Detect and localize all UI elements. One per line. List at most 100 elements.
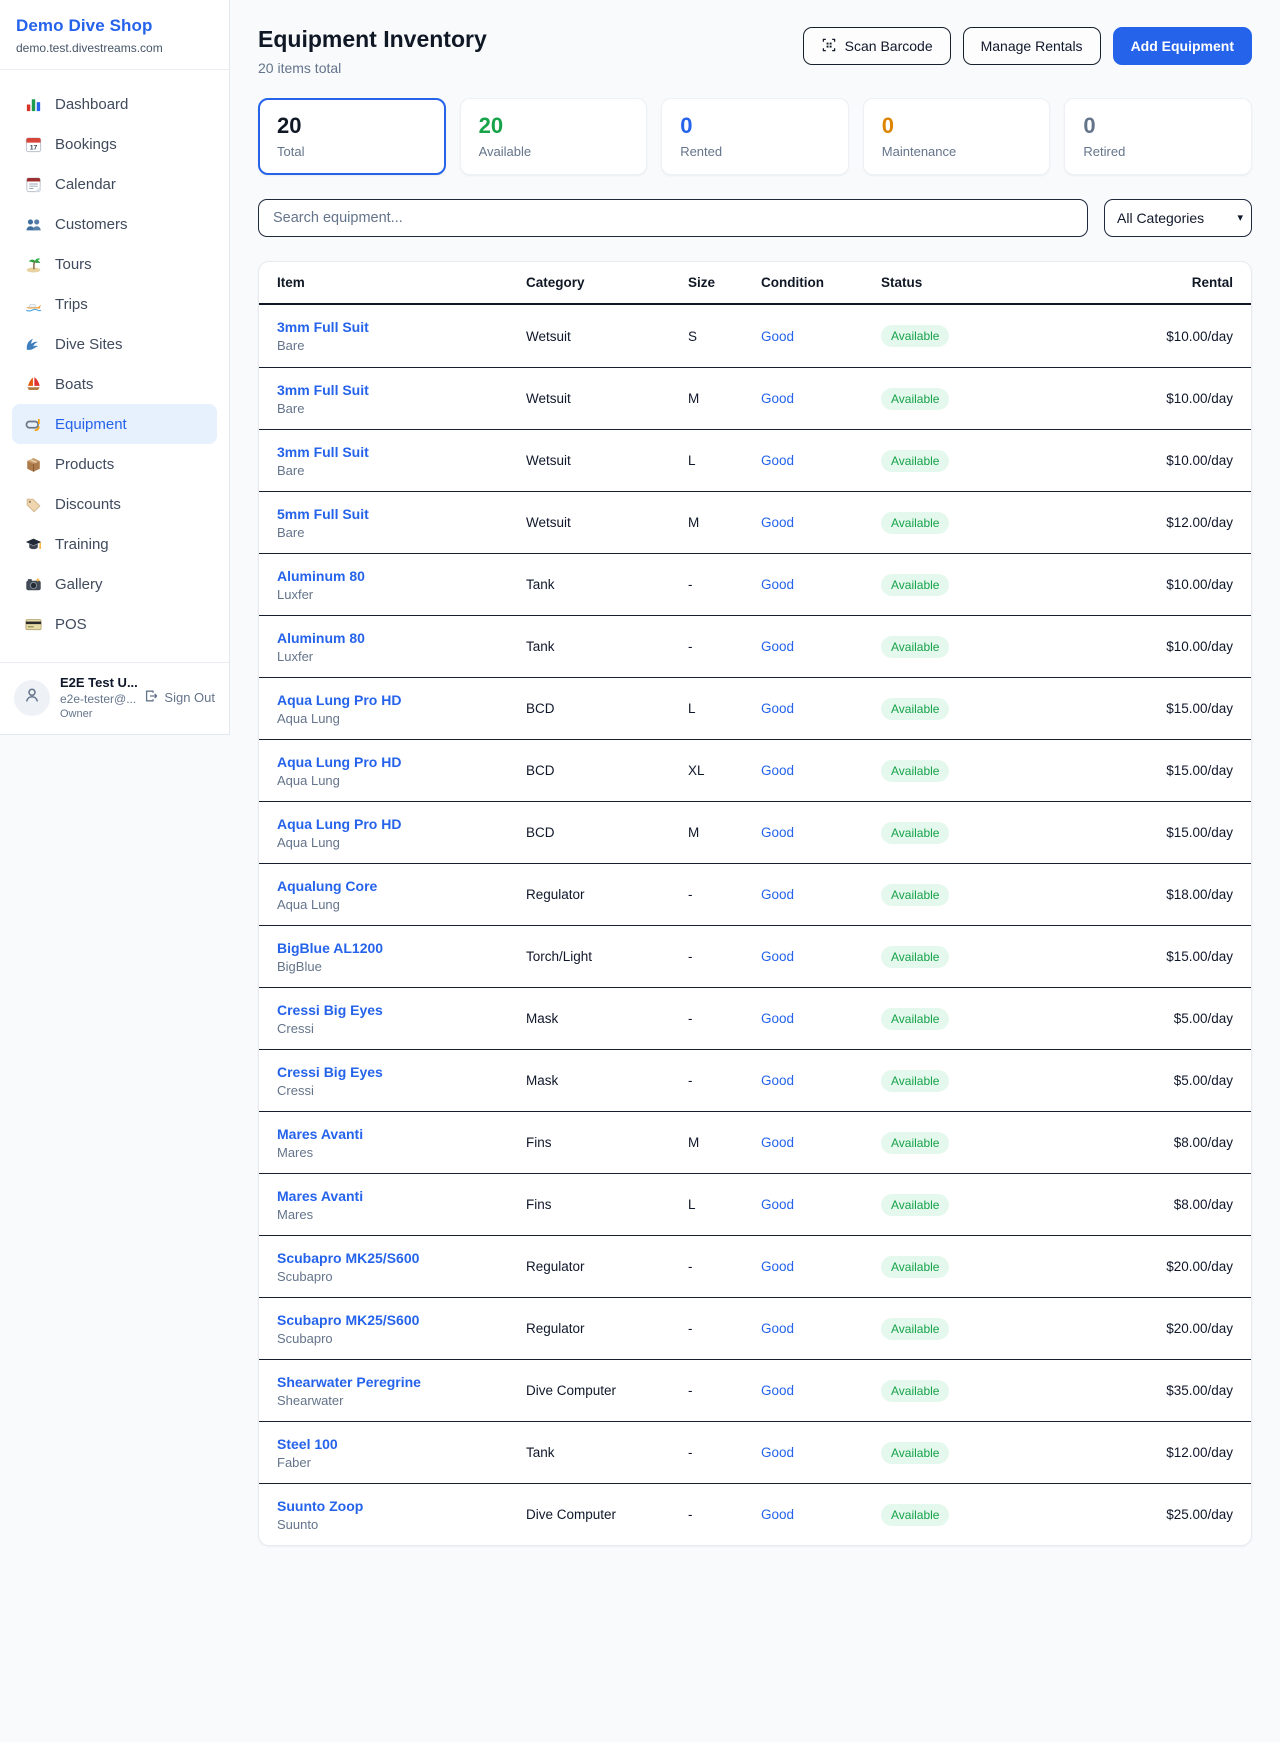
brand-name[interactable]: Demo Dive Shop [16,16,213,36]
item-brand: Cressi [277,1021,526,1036]
table-row[interactable]: 3mm Full SuitBareWetsuitSGoodAvailable$1… [259,305,1251,367]
sidebar-item-customers[interactable]: Customers [12,204,217,244]
item-name-link[interactable]: 3mm Full Suit [277,444,526,460]
table-row[interactable]: BigBlue AL1200BigBlueTorch/Light-GoodAva… [259,925,1251,987]
status-badge: Available [881,760,949,782]
item-cell: BigBlue AL1200BigBlue [277,940,526,974]
table-row[interactable]: Aqua Lung Pro HDAqua LungBCDLGoodAvailab… [259,677,1251,739]
category-select[interactable]: All Categories [1104,199,1252,237]
item-name-link[interactable]: Suunto Zoop [277,1498,526,1514]
item-name-link[interactable]: Aluminum 80 [277,630,526,646]
table-row[interactable]: Aqua Lung Pro HDAqua LungBCDXLGoodAvaila… [259,739,1251,801]
sidebar-item-dashboard[interactable]: Dashboard [12,84,217,124]
item-name-link[interactable]: Mares Avanti [277,1126,526,1142]
condition-cell: Good [761,701,881,716]
add-equipment-button[interactable]: Add Equipment [1113,27,1252,65]
item-name-link[interactable]: Shearwater Peregrine [277,1374,526,1390]
item-name-link[interactable]: 5mm Full Suit [277,506,526,522]
size-cell: M [688,825,761,840]
item-name-link[interactable]: Scubapro MK25/S600 [277,1312,526,1328]
rental-cell: $10.00/day [1015,453,1233,468]
item-name-link[interactable]: Aluminum 80 [277,568,526,584]
table-row[interactable]: 5mm Full SuitBareWetsuitMGoodAvailable$1… [259,491,1251,553]
sidebar-item-calendar[interactable]: Calendar [12,164,217,204]
stat-card-available[interactable]: 20Available [460,98,648,175]
table-row[interactable]: Cressi Big EyesCressiMask-GoodAvailable$… [259,987,1251,1049]
stat-card-rented[interactable]: 0Rented [661,98,849,175]
category-cell: BCD [526,701,688,716]
sidebar-item-products[interactable]: Products [12,444,217,484]
table-row[interactable]: Aqualung CoreAqua LungRegulator-GoodAvai… [259,863,1251,925]
sidebar-item-bookings[interactable]: 17Bookings [12,124,217,164]
item-name-link[interactable]: Mares Avanti [277,1188,526,1204]
bookings-calendar-icon: 17 [24,135,43,154]
category-cell: Regulator [526,1321,688,1336]
items-total-subtitle: 20 items total [258,60,487,76]
table-row[interactable]: Scubapro MK25/S600ScubaproRegulator-Good… [259,1297,1251,1359]
status-cell: Available [881,1008,1015,1030]
table-row[interactable]: 3mm Full SuitBareWetsuitMGoodAvailable$1… [259,367,1251,429]
item-name-link[interactable]: Steel 100 [277,1436,526,1452]
item-name-link[interactable]: BigBlue AL1200 [277,940,526,956]
dive-mask-icon [24,415,43,434]
item-name-link[interactable]: 3mm Full Suit [277,319,526,335]
table-row[interactable]: Aluminum 80LuxferTank-GoodAvailable$10.0… [259,615,1251,677]
item-name-link[interactable]: Aqua Lung Pro HD [277,692,526,708]
status-cell: Available [881,1504,1015,1526]
table-row[interactable]: Cressi Big EyesCressiMask-GoodAvailable$… [259,1049,1251,1111]
item-brand: Mares [277,1145,526,1160]
sidebar-item-dive-sites[interactable]: Dive Sites [12,324,217,364]
category-cell: Wetsuit [526,453,688,468]
add-equipment-label: Add Equipment [1131,38,1234,54]
condition-cell: Good [761,1011,881,1026]
size-cell: L [688,701,761,716]
table-row[interactable]: Mares AvantiMaresFinsMGoodAvailable$8.00… [259,1111,1251,1173]
stat-card-retired[interactable]: 0Retired [1064,98,1252,175]
item-name-link[interactable]: Scubapro MK25/S600 [277,1250,526,1266]
sidebar-item-label: Products [55,456,114,473]
table-row[interactable]: Mares AvantiMaresFinsLGoodAvailable$8.00… [259,1173,1251,1235]
item-cell: Aqualung CoreAqua Lung [277,878,526,912]
manage-rentals-button[interactable]: Manage Rentals [963,27,1101,65]
table-row[interactable]: Aqua Lung Pro HDAqua LungBCDMGoodAvailab… [259,801,1251,863]
sign-out-button[interactable]: Sign Out [143,688,215,707]
condition-cell: Good [761,949,881,964]
search-input[interactable] [258,199,1088,237]
item-name-link[interactable]: Cressi Big Eyes [277,1002,526,1018]
sidebar-item-discounts[interactable]: Discounts [12,484,217,524]
user-email: e2e-tester@... [60,692,133,706]
stat-card-maintenance[interactable]: 0Maintenance [863,98,1051,175]
page-title-block: Equipment Inventory 20 items total [258,26,487,76]
sidebar-item-tours[interactable]: Tours [12,244,217,284]
table-row[interactable]: Aluminum 80LuxferTank-GoodAvailable$10.0… [259,553,1251,615]
stat-value: 0 [680,113,830,139]
sidebar-item-boats[interactable]: Boats [12,364,217,404]
stat-card-total[interactable]: 20Total [258,98,446,175]
item-name-link[interactable]: 3mm Full Suit [277,382,526,398]
sidebar-item-trips[interactable]: Trips [12,284,217,324]
table-row[interactable]: 3mm Full SuitBareWetsuitLGoodAvailable$1… [259,429,1251,491]
page-header: Equipment Inventory 20 items total S [258,26,1252,76]
status-cell: Available [881,1132,1015,1154]
sidebar-item-equipment[interactable]: Equipment [12,404,217,444]
status-cell: Available [881,1070,1015,1092]
status-cell: Available [881,450,1015,472]
table-row[interactable]: Shearwater PeregrineShearwaterDive Compu… [259,1359,1251,1421]
table-row[interactable]: Steel 100FaberTank-GoodAvailable$12.00/d… [259,1421,1251,1483]
column-header-status: Status [881,275,1015,290]
status-badge: Available [881,1194,949,1216]
item-name-link[interactable]: Aqualung Core [277,878,526,894]
status-badge: Available [881,636,949,658]
item-name-link[interactable]: Aqua Lung Pro HD [277,816,526,832]
sidebar-item-gallery[interactable]: Gallery [12,564,217,604]
status-badge: Available [881,1008,949,1030]
table-row[interactable]: Suunto ZoopSuuntoDive Computer-GoodAvail… [259,1483,1251,1545]
column-header-size: Size [688,275,761,290]
scan-barcode-button[interactable]: Scan Barcode [803,27,951,65]
item-cell: Aqua Lung Pro HDAqua Lung [277,692,526,726]
sidebar-item-training[interactable]: Training [12,524,217,564]
sidebar-item-pos[interactable]: POS [12,604,217,644]
item-name-link[interactable]: Aqua Lung Pro HD [277,754,526,770]
item-name-link[interactable]: Cressi Big Eyes [277,1064,526,1080]
table-row[interactable]: Scubapro MK25/S600ScubaproRegulator-Good… [259,1235,1251,1297]
